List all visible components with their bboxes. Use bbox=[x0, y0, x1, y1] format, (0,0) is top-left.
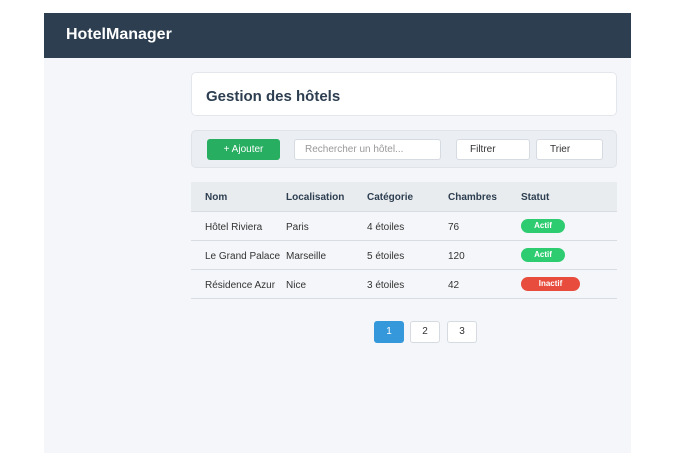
status-badge: Inactif bbox=[521, 277, 580, 291]
table-row[interactable]: Résidence Azur Nice 3 étoiles 42 Inactif bbox=[191, 270, 617, 299]
hotel-rooms: 120 bbox=[448, 251, 465, 262]
top-navbar: HotelManager bbox=[44, 13, 631, 58]
hotel-category: 3 étoiles bbox=[367, 280, 405, 291]
status-badge: Actif bbox=[521, 219, 565, 233]
column-header-location[interactable]: Localisation bbox=[286, 192, 344, 203]
table-header: Nom Localisation Catégorie Chambres Stat… bbox=[191, 182, 617, 212]
table-row[interactable]: Hôtel Riviera Paris 4 étoiles 76 Actif bbox=[191, 212, 617, 241]
hotel-rooms: 76 bbox=[448, 222, 460, 233]
hotel-location: Nice bbox=[286, 280, 307, 291]
filter-button[interactable]: Filtrer bbox=[456, 139, 530, 160]
add-hotel-button[interactable]: + Ajouter bbox=[207, 139, 280, 160]
hotel-location: Marseille bbox=[286, 251, 327, 262]
hotels-table: Nom Localisation Catégorie Chambres Stat… bbox=[191, 182, 617, 299]
page-button-1[interactable]: 1 bbox=[374, 321, 404, 343]
table-row[interactable]: Le Grand Palace Marseille 5 étoiles 120 … bbox=[191, 241, 617, 270]
status-badge: Actif bbox=[521, 248, 565, 262]
column-header-rooms[interactable]: Chambres bbox=[448, 192, 497, 203]
column-header-name[interactable]: Nom bbox=[205, 192, 227, 203]
page-title: Gestion des hôtels bbox=[206, 88, 341, 105]
column-header-status[interactable]: Statut bbox=[521, 192, 549, 203]
column-header-category[interactable]: Catégorie bbox=[367, 192, 413, 203]
toolbar: + Ajouter Filtrer Trier bbox=[191, 130, 617, 168]
page-button-3[interactable]: 3 bbox=[447, 321, 477, 343]
hotel-name: Le Grand Palace bbox=[205, 251, 281, 262]
hotel-rooms: 42 bbox=[448, 280, 460, 291]
hotel-category: 4 étoiles bbox=[367, 222, 405, 233]
hotel-name: Résidence Azur bbox=[205, 280, 276, 291]
page-header-card: Gestion des hôtels bbox=[191, 72, 617, 116]
app-window: HotelManager Gestion des hôtels + Ajoute… bbox=[44, 13, 631, 453]
brand-logo[interactable]: HotelManager bbox=[66, 26, 172, 44]
hotel-category: 5 étoiles bbox=[367, 251, 405, 262]
search-input[interactable] bbox=[294, 139, 441, 160]
sort-button[interactable]: Trier bbox=[536, 139, 603, 160]
hotel-name: Hôtel Riviera bbox=[205, 222, 263, 233]
page-button-2[interactable]: 2 bbox=[410, 321, 440, 343]
hotel-location: Paris bbox=[286, 222, 309, 233]
